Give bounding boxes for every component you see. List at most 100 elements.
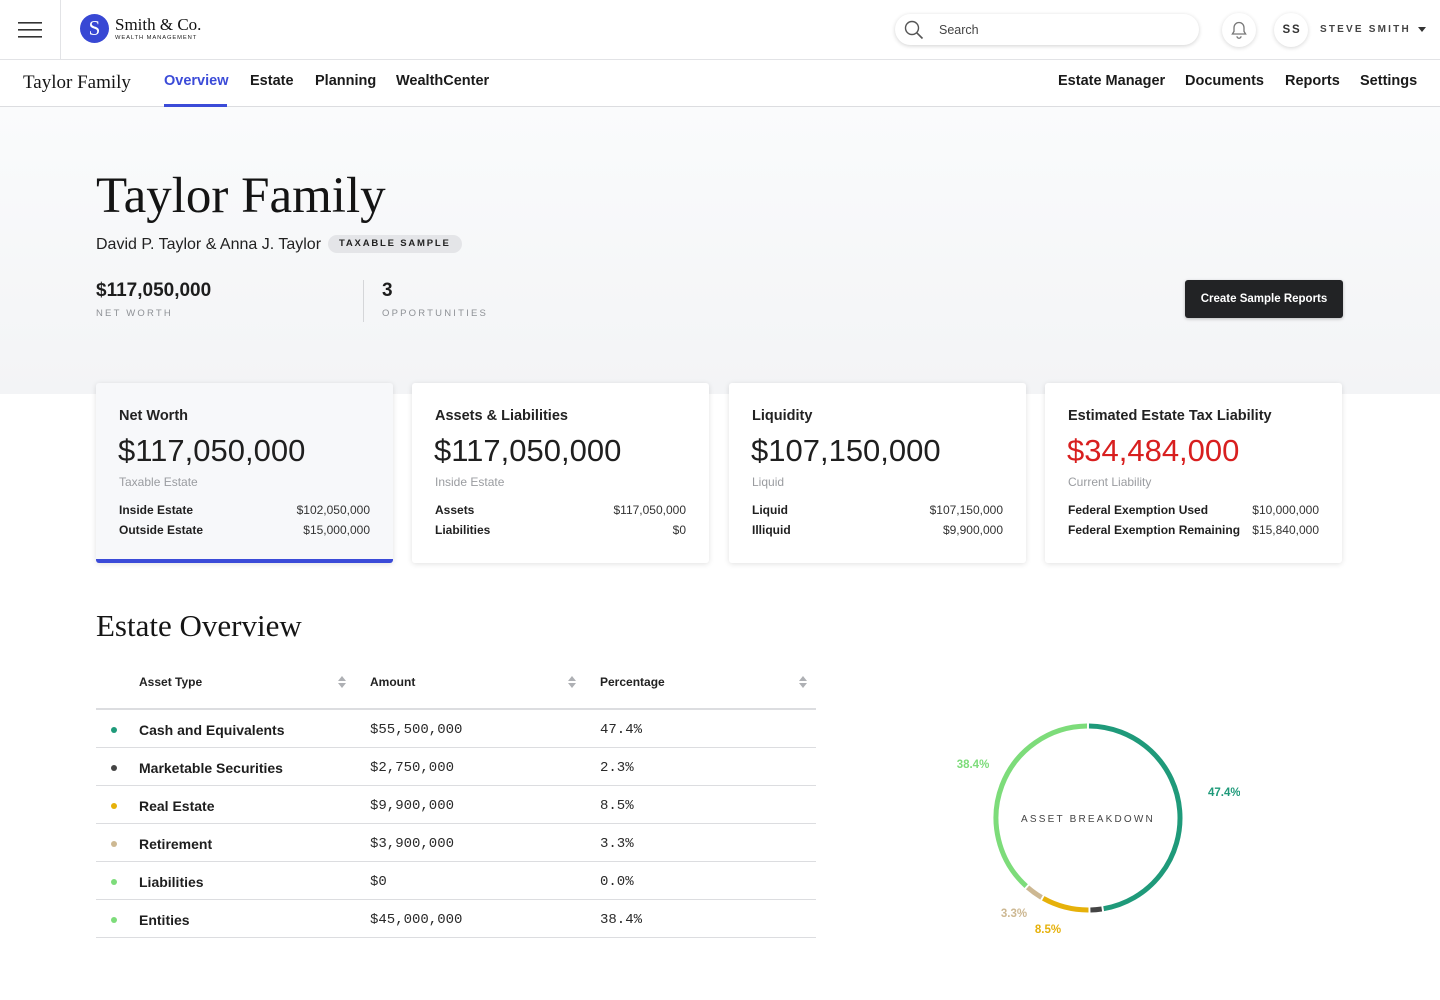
column-header-asset-type[interactable]: Asset Type <box>139 675 202 689</box>
donut-slice-retirement[interactable] <box>1025 885 1043 900</box>
percentage-cell: 47.4% <box>600 722 643 738</box>
asset-type-cell: Liabilities <box>139 874 204 890</box>
estate-tax-liability-card[interactable]: Estimated Estate Tax Liability $34,484,0… <box>1045 383 1342 563</box>
bell-icon <box>1231 21 1247 39</box>
donut-slice-marketable-securities[interactable] <box>1090 906 1103 913</box>
card-row: Outside Estate $15,000,000 <box>119 523 370 537</box>
legend-dot <box>111 917 117 923</box>
amount-cell: $3,900,000 <box>370 836 455 852</box>
card-row-label: Assets <box>435 503 475 517</box>
legend-dot <box>111 841 117 847</box>
hamburger-icon <box>18 21 42 38</box>
percentage-cell: 0.0% <box>600 874 634 890</box>
brand-name: Smith & Co. <box>115 15 202 34</box>
card-row: Assets $117,050,000 <box>435 503 686 517</box>
card-row-label: Liabilities <box>435 523 491 537</box>
card-row-value: $107,150,000 <box>929 503 1003 517</box>
card-row-value: $10,000,000 <box>1252 503 1319 517</box>
donut-slice-real-estate[interactable] <box>1041 896 1089 913</box>
net-worth-card[interactable]: Net Worth $117,050,000 Taxable Estate In… <box>96 383 393 563</box>
table-row[interactable]: Real Estate $9,900,000 8.5% <box>96 786 816 824</box>
asset-type-cell: Entities <box>139 912 190 928</box>
tab-overview[interactable]: Overview <box>164 73 229 89</box>
assets-liabilities-card[interactable]: Assets & Liabilities $117,050,000 Inside… <box>412 383 709 563</box>
percentage-cell: 3.3% <box>600 836 634 852</box>
sort-icon[interactable] <box>799 675 807 689</box>
donut-data-label: 38.4% <box>957 759 990 771</box>
navigation-bar: Taylor Family Overview Estate Planning W… <box>0 60 1440 107</box>
sort-icon[interactable] <box>568 675 576 689</box>
legend-dot <box>111 879 117 885</box>
user-name[interactable]: STEVE SMITH <box>1320 24 1411 35</box>
hamburger-menu-button[interactable] <box>0 0 61 59</box>
table-row[interactable]: Entities $45,000,000 38.4% <box>96 900 816 938</box>
chart-center-label: ASSET BREAKDOWN <box>1021 814 1155 825</box>
search-input[interactable] <box>939 20 1179 39</box>
asset-type-cell: Cash and Equivalents <box>139 722 285 738</box>
notifications-button[interactable] <box>1222 13 1256 47</box>
card-row: Illiquid $9,900,000 <box>752 523 1003 537</box>
nav-reports[interactable]: Reports <box>1285 73 1340 89</box>
card-row-value: $102,050,000 <box>296 503 370 517</box>
section-title: Estate Overview <box>96 608 302 643</box>
brand-logo[interactable]: S Smith & Co. WEALTH MANAGEMENT <box>80 14 201 43</box>
card-row-label: Inside Estate <box>119 503 194 517</box>
donut-slice-entities[interactable] <box>993 723 1088 888</box>
nav-documents[interactable]: Documents <box>1185 73 1264 89</box>
nav-estate-manager[interactable]: Estate Manager <box>1058 73 1165 89</box>
column-header-percentage[interactable]: Percentage <box>600 675 665 689</box>
card-row-value: $0 <box>672 523 686 537</box>
net-worth-value: $117,050,000 <box>96 280 212 301</box>
tab-estate[interactable]: Estate <box>250 73 294 89</box>
net-worth-label: NET WORTH <box>96 308 173 319</box>
table-row[interactable]: Marketable Securities $2,750,000 2.3% <box>96 748 816 786</box>
card-row-value: $9,900,000 <box>942 523 1003 537</box>
card-title: Liquidity <box>752 408 813 424</box>
card-subtitle: Taxable Estate <box>119 475 198 489</box>
sort-icon[interactable] <box>338 675 346 689</box>
card-title: Net Worth <box>119 408 189 424</box>
table-row[interactable]: Cash and Equivalents $55,500,000 47.4% <box>96 710 816 748</box>
table-body: Cash and Equivalents $55,500,000 47.4% Mark… <box>96 710 816 938</box>
table-header: Asset Type Amount Percentage <box>96 662 816 710</box>
client-members: David P. Taylor & Anna J. Taylor <box>96 236 322 253</box>
amount-cell: $9,900,000 <box>370 798 455 814</box>
percentage-cell: 38.4% <box>600 912 643 928</box>
brand-mark: S <box>80 14 109 43</box>
liquidity-card[interactable]: Liquidity $107,150,000 Liquid Liquid $10… <box>729 383 1026 563</box>
table-row[interactable]: Retirement $3,900,000 3.3% <box>96 824 816 862</box>
card-row-label: Federal Exemption Remaining <box>1068 523 1241 537</box>
column-header-amount[interactable]: Amount <box>370 675 415 689</box>
estate-overview-table: Asset Type Amount Percentage Cash and Eq… <box>96 662 816 938</box>
card-row-value: $117,050,000 <box>613 503 686 517</box>
asset-type-cell: Retirement <box>139 836 213 852</box>
search-icon <box>904 20 924 40</box>
card-value: $34,484,000 <box>1067 433 1240 468</box>
card-value: $117,050,000 <box>434 433 622 468</box>
create-sample-reports-button[interactable]: Create Sample Reports <box>1185 280 1343 318</box>
card-row-label: Liquid <box>752 503 788 517</box>
tab-planning[interactable]: Planning <box>315 73 376 89</box>
card-row-label: Illiquid <box>752 523 791 537</box>
client-header: Taylor Family David P. Taylor & Anna J. … <box>0 107 1440 394</box>
card-row-label: Federal Exemption Used <box>1068 503 1209 517</box>
asset-breakdown-chart: ASSET BREAKDOWN 47.4% 8.5% 3.3% 38.4% <box>957 723 1240 936</box>
legend-dot <box>111 803 117 809</box>
card-subtitle: Inside Estate <box>435 475 505 489</box>
donut-data-label: 3.3% <box>1001 908 1027 920</box>
chevron-down-icon[interactable] <box>1418 27 1426 32</box>
opportunities-label: OPPORTUNITIES <box>382 308 489 319</box>
brand-subtitle: WEALTH MANAGEMENT <box>115 35 198 41</box>
search-box[interactable] <box>895 14 1199 45</box>
percentage-cell: 8.5% <box>600 798 634 814</box>
opportunities-value[interactable]: 3 <box>382 280 393 302</box>
tab-wealthcenter[interactable]: WealthCenter <box>396 73 489 89</box>
card-row: Federal Exemption Used $10,000,000 <box>1068 503 1319 517</box>
asset-type-cell: Marketable Securities <box>139 760 283 776</box>
nav-settings[interactable]: Settings <box>1360 73 1417 89</box>
avatar[interactable]: SS <box>1274 13 1308 47</box>
card-subtitle: Liquid <box>752 475 785 489</box>
card-row-value: $15,840,000 <box>1252 523 1319 537</box>
card-subtitle: Current Liability <box>1068 475 1152 489</box>
table-row[interactable]: Liabilities $0 0.0% <box>96 862 816 900</box>
